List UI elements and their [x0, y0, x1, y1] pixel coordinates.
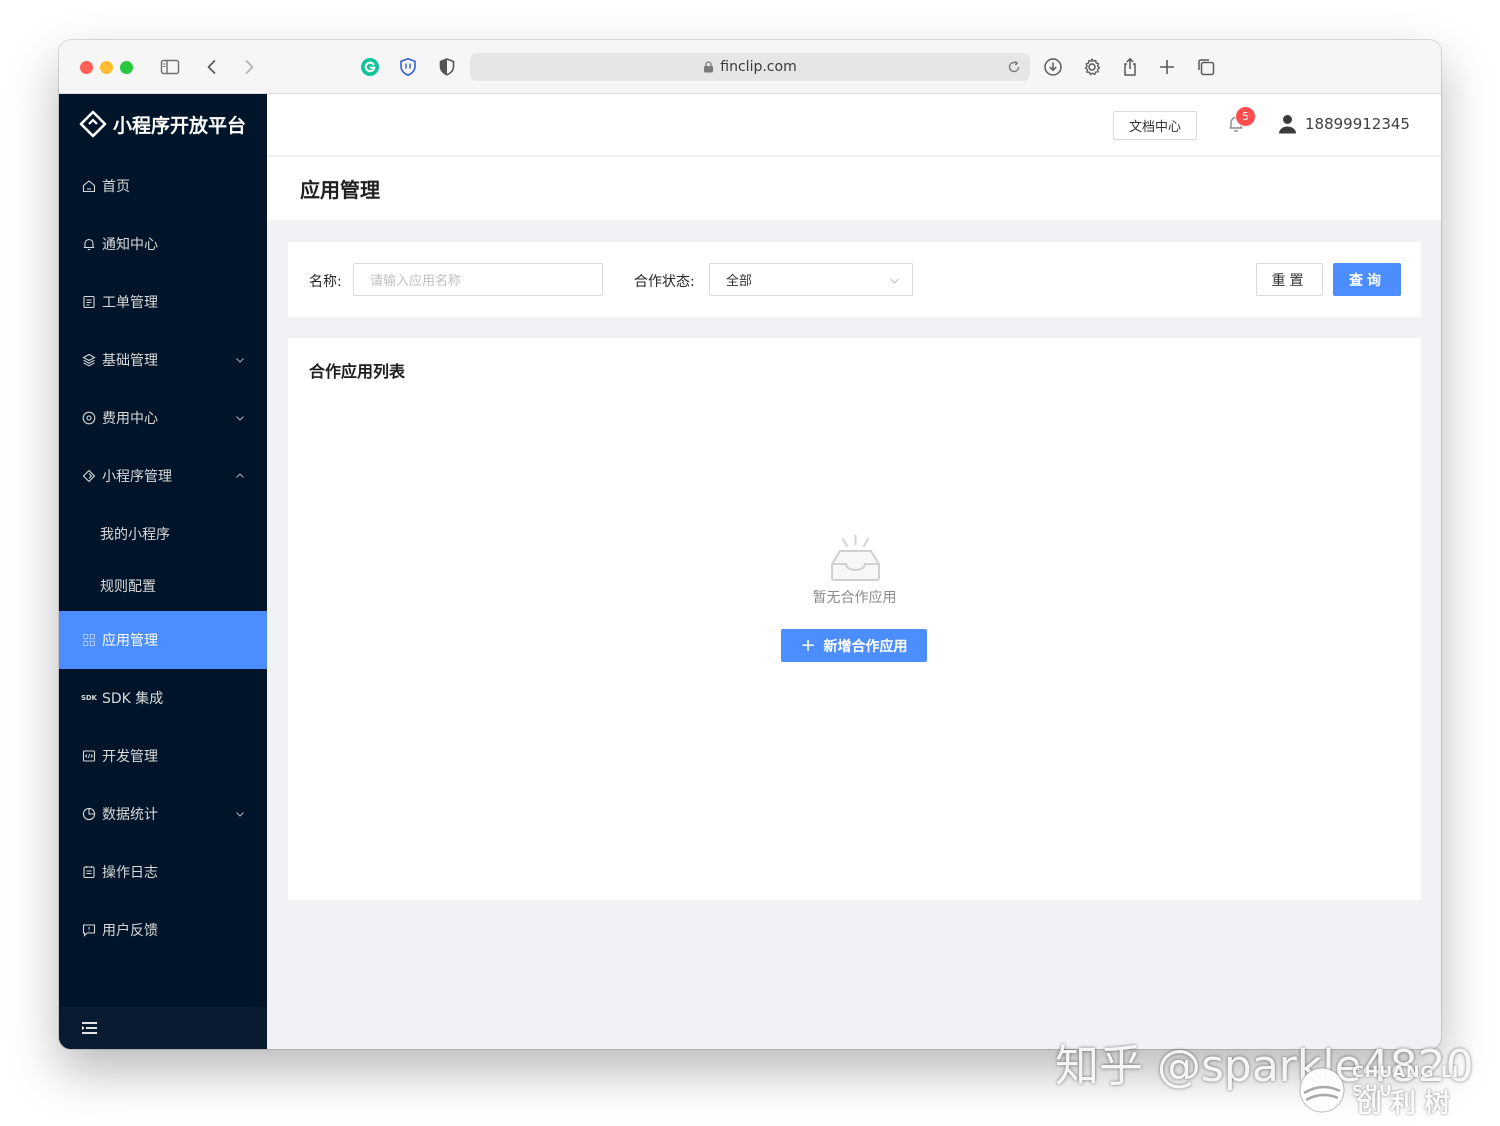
downloads-icon[interactable]: [1042, 56, 1064, 78]
url-text: finclip.com: [720, 59, 797, 75]
reload-icon[interactable]: [1006, 59, 1022, 75]
bitwarden-shield-icon[interactable]: [397, 56, 419, 78]
app-logo[interactable]: 小程序开放平台: [79, 110, 246, 138]
query-button[interactable]: 查询: [1333, 263, 1401, 296]
sidebar-item-tickets[interactable]: 工单管理: [59, 273, 267, 331]
partner-app-list: 合作应用列表 暂无合作应用 + 新增合作应用: [288, 338, 1421, 900]
sidebar-item-label: SDK 集成: [102, 691, 164, 707]
settings-gear-icon[interactable]: [1081, 56, 1103, 78]
back-icon[interactable]: [201, 56, 223, 78]
lock-icon: [704, 61, 714, 73]
doc-center-button[interactable]: 文档中心: [1113, 111, 1197, 140]
tab-overview-icon[interactable]: [1195, 56, 1217, 78]
app-name-placeholder: 请输入应用名称: [370, 274, 462, 289]
sidebar-subitem-rule-config[interactable]: 规则配置: [59, 561, 267, 611]
notification-badge: 5: [1236, 107, 1255, 126]
coin-icon: [81, 411, 96, 426]
diamond-icon: [81, 469, 96, 484]
sidebar-item-label: 费用中心: [102, 411, 158, 427]
pie-chart-icon: [81, 807, 96, 822]
layers-icon: [81, 353, 96, 368]
sidebar-item-label: 数据统计: [102, 807, 158, 823]
reset-button[interactable]: 重置: [1256, 263, 1323, 296]
filter-form: 名称: 请输入应用名称 合作状态: 全部 重置 查询: [288, 242, 1421, 317]
sidebar-item-label: 通知中心: [102, 237, 158, 253]
grammarly-icon[interactable]: [359, 56, 381, 78]
new-tab-plus-icon[interactable]: [1156, 56, 1178, 78]
empty-state-text: 暂无合作应用: [812, 590, 897, 606]
chevron-down-icon: [890, 278, 899, 284]
sidebar-item-statistics[interactable]: 数据统计: [59, 785, 267, 843]
feedback-message-icon: [81, 923, 96, 938]
empty-inbox-icon: [831, 534, 880, 581]
code-window-icon: [81, 749, 96, 764]
chevron-down-icon: [236, 416, 244, 421]
username: 18899912345: [1305, 115, 1410, 133]
sidebar: 小程序开放平台 首页 通知中心 工单管理 基础管理 费用中心 小程序管理 我的小…: [59, 94, 267, 1049]
close-window-button[interactable]: [80, 61, 93, 74]
sidebar-item-dev-management[interactable]: 开发管理: [59, 727, 267, 785]
browser-toolbar: finclip.com: [59, 40, 1441, 94]
apps-grid-icon: [81, 633, 96, 648]
logo-text: 小程序开放平台: [113, 114, 247, 137]
name-label: 名称:: [309, 274, 342, 290]
sidebar-item-notifications[interactable]: 通知中心: [59, 215, 267, 273]
status-label: 合作状态:: [634, 274, 695, 290]
sidebar-item-operation-log[interactable]: 操作日志: [59, 843, 267, 901]
chevron-down-icon: [236, 812, 244, 817]
sidebar-item-label: 用户反馈: [102, 923, 158, 939]
status-select-value: 全部: [726, 274, 753, 289]
sidebar-collapse-toggle[interactable]: [59, 1007, 267, 1049]
minimize-window-button[interactable]: [100, 61, 113, 74]
app-name-input[interactable]: 请输入应用名称: [353, 263, 603, 296]
sidebar-item-label: 应用管理: [102, 633, 158, 649]
ticket-list-icon: [81, 295, 96, 310]
top-header: 文档中心 5 18899912345: [267, 94, 1441, 156]
plus-icon: +: [800, 634, 816, 656]
user-menu[interactable]: 18899912345: [1278, 114, 1410, 134]
chevron-down-icon: [236, 358, 244, 363]
sidebar-toggle-icon[interactable]: [159, 56, 181, 78]
sdk-icon: SDK: [81, 694, 97, 702]
status-select[interactable]: 全部: [709, 263, 913, 296]
sidebar-item-label: 开发管理: [102, 749, 158, 765]
list-title: 合作应用列表: [309, 362, 406, 381]
watermark-brand-cn: 创利树: [1356, 1089, 1459, 1119]
sidebar-item-label: 规则配置: [100, 579, 156, 595]
menu-fold-icon: [82, 1022, 97, 1034]
sidebar-item-label: 首页: [102, 179, 130, 195]
page-title: 应用管理: [267, 157, 1441, 220]
add-partner-app-label: 新增合作应用: [823, 638, 908, 655]
platform-diamond-icon: [79, 110, 107, 138]
user-avatar-icon: [1279, 115, 1296, 134]
forward-icon[interactable]: [238, 56, 260, 78]
privacy-shield-icon[interactable]: [436, 56, 458, 78]
sidebar-item-home[interactable]: 首页: [59, 157, 267, 215]
home-icon: [81, 179, 96, 194]
address-bar[interactable]: finclip.com: [470, 53, 1030, 81]
sidebar-item-sdk-integration[interactable]: SDK SDK 集成: [59, 669, 267, 727]
sidebar-item-billing[interactable]: 费用中心: [59, 389, 267, 447]
browser-window: finclip.com 小程序开放平台 首页 通知中心 工单管理 基础管理 费用…: [59, 40, 1441, 1049]
chevron-up-icon: [236, 473, 244, 478]
sidebar-item-app-management[interactable]: 应用管理: [59, 611, 267, 669]
sidebar-item-miniprogram-management[interactable]: 小程序管理: [59, 447, 267, 505]
zoom-window-button[interactable]: [120, 61, 133, 74]
sidebar-item-feedback[interactable]: 用户反馈: [59, 901, 267, 959]
sidebar-item-label: 基础管理: [102, 353, 158, 369]
add-partner-app-button[interactable]: + 新增合作应用: [781, 629, 927, 662]
sidebar-item-label: 小程序管理: [102, 469, 172, 485]
bell-icon: [81, 237, 96, 252]
log-document-icon: [81, 865, 96, 880]
sidebar-item-basic-management[interactable]: 基础管理: [59, 331, 267, 389]
sidebar-item-label: 我的小程序: [100, 527, 170, 543]
sidebar-subitem-my-miniprograms[interactable]: 我的小程序: [59, 509, 267, 559]
sidebar-item-label: 工单管理: [102, 295, 158, 311]
share-icon[interactable]: [1119, 56, 1141, 78]
sidebar-item-label: 操作日志: [102, 865, 158, 881]
